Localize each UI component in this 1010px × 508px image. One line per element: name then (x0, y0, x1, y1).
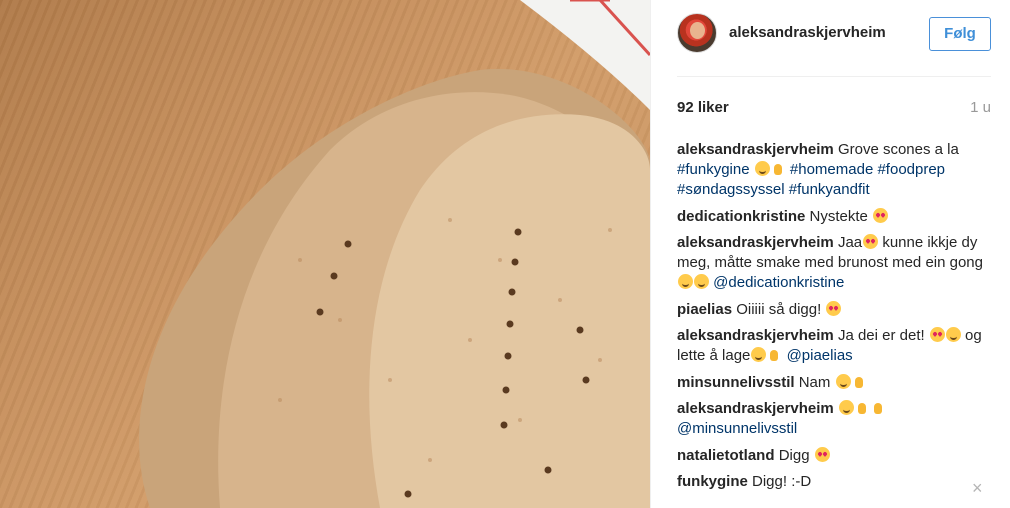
comment-item: minsunnelivsstil Nam (677, 373, 987, 393)
comment-item: funkygine Digg! :-D (677, 472, 987, 492)
smile-emoji-icon (945, 327, 961, 342)
heart-eyes-emoji-icon (929, 327, 945, 342)
grin-emoji-icon (838, 400, 854, 415)
comment-item: aleksandraskjervheim Ja dei er det! og l… (677, 326, 987, 366)
ok-hand-emoji-icon (771, 161, 786, 176)
avatar[interactable] (677, 13, 717, 53)
comment-text: Nystekte (809, 207, 868, 225)
hashtag-link[interactable]: #søndagssyssel (677, 181, 785, 198)
ok-hand-emoji-icon (855, 400, 870, 415)
ok-hand-emoji-icon (767, 347, 782, 362)
comment-text: Jaa (837, 234, 863, 251)
smile-emoji-icon (835, 373, 851, 389)
heart-eyes-emoji-icon (863, 234, 879, 249)
grin-emoji-icon (754, 161, 770, 176)
author-username[interactable]: aleksandraskjervheim (729, 24, 886, 41)
heart-eyes-emoji-icon (826, 300, 842, 316)
mention-link[interactable]: @minsunnelivsstil (677, 420, 797, 437)
comment-text: Nam (798, 373, 831, 391)
comment-item: aleksandraskjervheim Jaa kunne ikkje dy … (677, 233, 987, 293)
post-sidebar: aleksandraskjervheim Følg 92 liker 1 u a… (650, 0, 1010, 508)
comment-user[interactable]: aleksandraskjervheim (677, 141, 834, 158)
post-photo[interactable] (0, 0, 650, 508)
comment-item: dedicationkristine Nystekte (677, 207, 987, 227)
comment-text: Digg (778, 446, 810, 464)
hashtag-link[interactable]: #foodprep (877, 161, 945, 178)
smile-emoji-icon (694, 274, 709, 289)
mention-link[interactable]: @piaelias (787, 347, 853, 364)
post-time[interactable]: 1 u (970, 99, 991, 116)
comment-user[interactable]: natalietotland (677, 447, 775, 464)
comment-text: Ja dei er det! (837, 327, 925, 344)
close-icon[interactable]: × (972, 478, 988, 498)
comment-user[interactable]: minsunnelivsstil (677, 374, 795, 391)
comment-item: natalietotland Digg (677, 446, 987, 466)
comment-user[interactable]: aleksandraskjervheim (677, 327, 834, 344)
caption: aleksandraskjervheim Grove scones a la #… (677, 140, 987, 200)
instagram-post: aleksandraskjervheim Følg 92 liker 1 u a… (0, 0, 1010, 508)
likes-count[interactable]: 92 liker (677, 99, 729, 116)
comment-item: aleksandraskjervheim @minsunnelivsstil (677, 399, 987, 439)
grin-emoji-icon (751, 347, 767, 362)
comment-text: Digg! :-D (752, 473, 812, 490)
comment-item: piaelias Oiiiii så digg! (677, 300, 987, 320)
post-stats: 92 liker 1 u (677, 99, 991, 119)
heart-eyes-emoji-icon (814, 446, 830, 462)
post-header: aleksandraskjervheim Følg (651, 0, 1010, 76)
comment-user[interactable]: funkygine (677, 473, 748, 490)
heart-eyes-emoji-icon (873, 207, 889, 223)
ok-hand-emoji-icon (871, 400, 886, 415)
grin-emoji-icon (678, 274, 693, 289)
follow-button[interactable]: Følg (929, 17, 991, 51)
comment-text: Grove scones a la (837, 141, 959, 158)
hashtag-link[interactable]: #homemade (790, 161, 873, 178)
comment-user[interactable]: dedicationkristine (677, 208, 805, 225)
comment-user[interactable]: aleksandraskjervheim (677, 234, 834, 251)
mention-link[interactable]: @dedicationkristine (713, 274, 844, 291)
scones-image (139, 0, 650, 508)
comment-text: Oiiiii så digg! (736, 300, 822, 318)
header-divider (677, 76, 991, 77)
comment-user[interactable]: aleksandraskjervheim (677, 400, 834, 417)
comment-user[interactable]: piaelias (677, 301, 732, 318)
ok-hand-emoji-icon (852, 374, 867, 389)
comment-list: aleksandraskjervheim Grove scones a la #… (677, 140, 987, 499)
hashtag-link[interactable]: #funkyandfit (789, 181, 870, 198)
hashtag-link[interactable]: #funkygine (677, 161, 750, 178)
